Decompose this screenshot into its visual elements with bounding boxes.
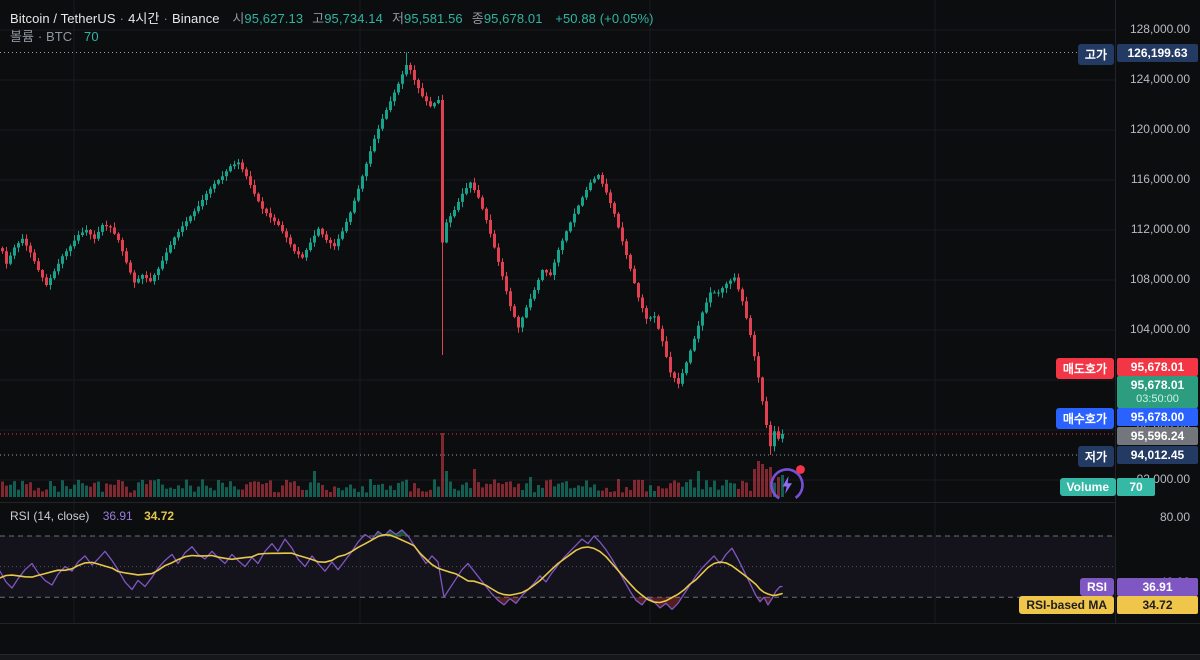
- price-axis-label: 124,000.00: [1129, 72, 1190, 86]
- last-price-value: 95,678.01: [1130, 378, 1185, 392]
- high-price-badge: 126,199.63: [1117, 44, 1198, 62]
- time-axis-border: [0, 623, 1200, 624]
- price-axis-label: 104,000.00: [1129, 322, 1190, 336]
- prev-close-badge: 95,596.24: [1117, 427, 1198, 445]
- symbol-legend: Bitcoin / TetherUS · 4시간 · Binance 시95,627.1…: [10, 8, 654, 27]
- rsi-title[interactable]: RSI (14, close): [10, 509, 89, 523]
- interval-label: 4시간: [128, 11, 160, 26]
- time-axis[interactable]: 9월10월11월12월: [0, 624, 1115, 654]
- ohlc-value: 95,581.56: [404, 11, 463, 26]
- ohlc-value: 95,734.14: [324, 11, 383, 26]
- volume-legend-label[interactable]: 볼륨 · BTC: [10, 29, 72, 44]
- volume-legend-value: 70: [84, 29, 99, 44]
- volume-value-badge: 70: [1117, 478, 1155, 496]
- price-axis-label: 120,000.00: [1129, 122, 1190, 136]
- high-price-tab: 고가: [1077, 44, 1114, 65]
- volume-indicator-tab: Volume: [1059, 478, 1116, 496]
- rsi-axis-label: 80.00: [1159, 510, 1190, 524]
- low-price-badge: 94,012.45: [1117, 446, 1198, 464]
- rsi-legend-value: 36.91: [102, 509, 133, 523]
- rsi-tab: RSI: [1079, 578, 1114, 596]
- ask-price-tab[interactable]: 매도호가: [1055, 358, 1114, 379]
- price-axis-label: 108,000.00: [1129, 272, 1190, 286]
- symbol-title[interactable]: Bitcoin / TetherUS · 4시간 · Binance: [10, 11, 220, 26]
- ohlc-values: 시95,627.13 고95,734.14 저95,581.56 종95,678.01: [223, 11, 542, 26]
- pane-separator[interactable]: [0, 502, 1115, 503]
- quick-trade-spark-icon[interactable]: [764, 461, 810, 507]
- rsi-ma-value-badge: 34.72: [1117, 596, 1198, 614]
- rsi-legend: RSI (14, close) 36.91 34.72: [10, 509, 174, 523]
- price-axis-label: 112,000.00: [1130, 222, 1190, 236]
- ohlc-label: 저: [391, 11, 405, 26]
- bid-price-badge[interactable]: 95,678.00: [1117, 408, 1198, 426]
- rsi-value-badge: 36.91: [1117, 578, 1198, 596]
- rsi-ma-tab: RSI-based MA: [1019, 596, 1114, 614]
- rsi-ma-legend-value: 34.72: [144, 509, 175, 523]
- ask-price-badge[interactable]: 95,678.01: [1117, 358, 1198, 376]
- price-axis-label: 116,000.00: [1130, 172, 1190, 186]
- ohlc-label: 시: [232, 11, 245, 26]
- trading-chart-window: Bitcoin / TetherUS · 4시간 · Binance 시95,627.1…: [0, 0, 1200, 660]
- main-chart-canvas[interactable]: [0, 0, 1115, 502]
- window-bottom-strip: [0, 654, 1200, 660]
- exchange-label: Binance: [171, 11, 220, 26]
- price-axis-label: 128,000.00: [1129, 22, 1190, 36]
- last-price-badge: 95,678.01 03:50:00: [1117, 376, 1198, 408]
- bid-price-tab[interactable]: 매수호가: [1055, 408, 1114, 429]
- low-price-tab: 저가: [1077, 446, 1114, 467]
- ohlc-value: 95,678.01: [483, 11, 543, 26]
- ohlc-label: 고: [312, 11, 325, 26]
- price-change: +50.88 (+0.05%): [555, 11, 654, 26]
- ohlc-value: 95,627.13: [244, 11, 304, 26]
- ohlc-label: 종: [471, 11, 484, 26]
- price-axis-border: [1115, 0, 1116, 623]
- volume-legend: 볼륨 · BTC 70: [10, 26, 99, 45]
- bar-countdown: 03:50:00: [1136, 393, 1179, 405]
- price-axis[interactable]: 128,000.00 124,000.00 120,000.00 116,000.00…: [1115, 0, 1200, 623]
